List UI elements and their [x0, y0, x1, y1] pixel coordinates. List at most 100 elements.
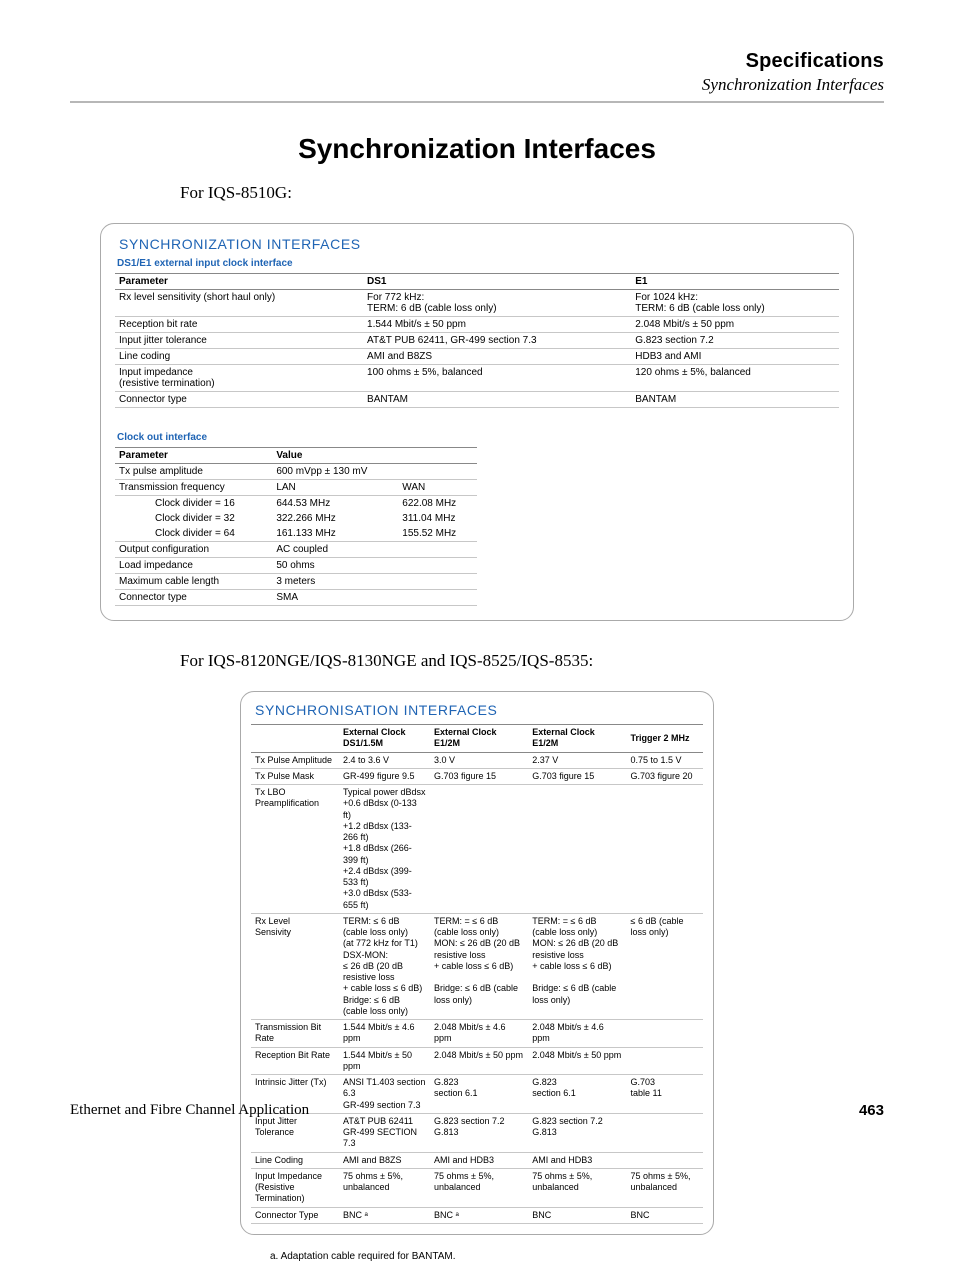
cell: 1.544 Mbit/s ± 50 ppm: [339, 1047, 430, 1075]
cell: 75 ohms ± 5%,unbalanced: [430, 1168, 528, 1207]
table-row: Connector typeBANTAMBANTAM: [115, 392, 839, 408]
cell: AT&T PUB 62411, GR-499 section 7.3: [363, 333, 631, 349]
cell: Input impedance(resistive termination): [115, 365, 363, 392]
cell: Tx LBOPreamplification: [251, 785, 339, 914]
cell: TERM: ≤ 6 dB (cable loss only)(at 772 kH…: [339, 913, 430, 1019]
cell: Typical power dBdsx+0.6 dBdsx (0-133 ft)…: [339, 785, 430, 914]
column-header: External Clock E1/2M: [430, 725, 528, 753]
table-header-row: External Clock DS1/1.5MExternal Clock E1…: [251, 725, 703, 753]
column-header: [251, 725, 339, 753]
cell: [398, 542, 477, 558]
page-footer: Ethernet and Fibre Channel Application 4…: [70, 1102, 884, 1119]
cell: [398, 590, 477, 606]
cell: Input Impedance(Resistive Termination): [251, 1168, 339, 1207]
cell: 600 mVpp ± 130 mV: [272, 464, 398, 480]
column-header: External Clock E1/2M: [528, 725, 626, 753]
cell: 2.4 to 3.6 V: [339, 752, 430, 768]
table-row: Rx LevelSensivityTERM: ≤ 6 dB (cable los…: [251, 913, 703, 1019]
table-row: Connector typeSMA: [115, 590, 477, 606]
cell: BNC: [528, 1207, 626, 1223]
sync-box-2: SYNCHRONISATION INTERFACES External Cloc…: [240, 691, 714, 1235]
cell: 100 ohms ± 5%, balanced: [363, 365, 631, 392]
main-title: Synchronization Interfaces: [70, 133, 884, 165]
cell: ≤ 6 dB (cable loss only): [627, 913, 704, 1019]
cell: [627, 1113, 704, 1152]
cell: 1.544 Mbit/s ± 4.6 ppm: [339, 1020, 430, 1048]
cell: 2.37 V: [528, 752, 626, 768]
cell: GR-499 figure 9.5: [339, 768, 430, 784]
cell: [430, 785, 528, 914]
cell: Transmission frequency: [115, 480, 272, 496]
cell: 644.53 MHz: [272, 496, 398, 512]
table-row: Input Impedance(Resistive Termination) 75…: [251, 1168, 703, 1207]
cell: Transmission Bit Rate: [251, 1020, 339, 1048]
cell: Output configuration: [115, 542, 272, 558]
column-header: External Clock DS1/1.5M: [339, 725, 430, 753]
cell: Tx pulse amplitude: [115, 464, 272, 480]
cell: 3.0 V: [430, 752, 528, 768]
cell: Connector type: [115, 392, 363, 408]
cell: 2.048 Mbit/s ± 50 ppm: [528, 1047, 626, 1075]
clock-out-table: ParameterValueTx pulse amplitude600 mVpp…: [115, 447, 477, 606]
cell: [398, 574, 477, 590]
table-row: Input JitterToleranceAT&T PUB 62411GR-49…: [251, 1113, 703, 1152]
cell: Tx Pulse Amplitude: [251, 752, 339, 768]
table-header-row: ParameterValue: [115, 448, 477, 464]
cell: 311.04 MHz: [398, 511, 477, 526]
cell: 2.048 Mbit/s ± 50 ppm: [631, 317, 839, 333]
cell: Rx LevelSensivity: [251, 913, 339, 1019]
cell: Line Coding: [251, 1152, 339, 1168]
cell: AT&T PUB 62411GR-499 SECTION 7.3: [339, 1113, 430, 1152]
subtitle-1: For IQS-8510G:: [180, 183, 884, 203]
column-header: [398, 448, 477, 464]
cell: Input jitter tolerance: [115, 333, 363, 349]
table-row: Tx Pulse MaskGR-499 figure 9.5G.703 figu…: [251, 768, 703, 784]
table-row: Clock divider = 32322.266 MHz311.04 MHz: [115, 511, 477, 526]
cell: HDB3 and AMI: [631, 349, 839, 365]
cell: Reception Bit Rate: [251, 1047, 339, 1075]
cell: Reception bit rate: [115, 317, 363, 333]
table-row: Rx level sensitivity (short haul only)Fo…: [115, 290, 839, 317]
sync-box-1: SYNCHRONIZATION INTERFACES DS1/E1 extern…: [100, 223, 854, 621]
cell: WAN: [398, 480, 477, 496]
footer-left: Ethernet and Fibre Channel Application: [70, 1102, 309, 1119]
cell: Input JitterTolerance: [251, 1113, 339, 1152]
cell: TERM: = ≤ 6 dB (cable loss only)MON: ≤ 2…: [430, 913, 528, 1019]
box1-section2-label: Clock out interface: [117, 432, 839, 443]
cell: AMI and HDB3: [528, 1152, 626, 1168]
cell: [627, 1047, 704, 1075]
column-header: E1: [631, 274, 839, 290]
table-row: Transmission frequencyLANWAN: [115, 480, 477, 496]
table-row: Transmission Bit Rate1.544 Mbit/s ± 4.6 …: [251, 1020, 703, 1048]
cell: 2.048 Mbit/s ± 4.6 ppm: [528, 1020, 626, 1048]
cell: AC coupled: [272, 542, 398, 558]
table-row: Reception bit rate1.544 Mbit/s ± 50 ppm2…: [115, 317, 839, 333]
cell: Load impedance: [115, 558, 272, 574]
subtitle-2: For IQS-8120NGE/IQS-8130NGE and IQS-8525…: [180, 651, 884, 671]
header-subtitle: Synchronization Interfaces: [70, 75, 884, 95]
ds1-e1-table: ParameterDS1E1Rx level sensitivity (shor…: [115, 273, 839, 408]
box2-title: SYNCHRONISATION INTERFACES: [255, 702, 703, 718]
cell: 161.133 MHz: [272, 526, 398, 542]
table-row: Reception Bit Rate1.544 Mbit/s ± 50 ppm 2…: [251, 1047, 703, 1075]
cell: Maximum cable length: [115, 574, 272, 590]
column-header: Parameter: [115, 274, 363, 290]
footnote-a: a. Adaptation cable required for BANTAM.: [270, 1251, 884, 1262]
cell: Tx Pulse Mask: [251, 768, 339, 784]
cell: Clock divider = 16: [115, 496, 272, 512]
table-row: Line CodingAMI and B8ZSAMI and HDB3AMI a…: [251, 1152, 703, 1168]
cell: For 1024 kHz:TERM: 6 dB (cable loss only…: [631, 290, 839, 317]
header-title: Specifications: [70, 50, 884, 73]
sync-interfaces-table: External Clock DS1/1.5MExternal Clock E1…: [251, 724, 703, 1224]
cell: Connector type: [115, 590, 272, 606]
cell: BANTAM: [363, 392, 631, 408]
table-row: Clock divider = 16644.53 MHz622.08 MHz: [115, 496, 477, 512]
cell: For 772 kHz:TERM: 6 dB (cable loss only): [363, 290, 631, 317]
page-header: Specifications Synchronization Interface…: [70, 50, 884, 95]
cell: 120 ohms ± 5%, balanced: [631, 365, 839, 392]
cell: [627, 1020, 704, 1048]
cell: [398, 464, 477, 480]
cell: Connector Type: [251, 1207, 339, 1223]
cell: 75 ohms ± 5%,unbalanced: [528, 1168, 626, 1207]
table-row: Clock divider = 64161.133 MHz155.52 MHz: [115, 526, 477, 542]
